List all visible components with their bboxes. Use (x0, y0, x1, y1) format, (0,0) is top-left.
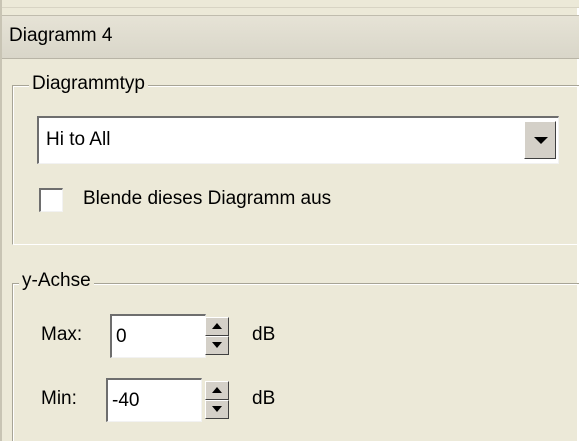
y-axis-group-label: y-Achse (19, 270, 94, 292)
min-spinner[interactable] (205, 381, 229, 419)
panel-header: Diagramm 4 (2, 15, 579, 59)
dropdown-arrow-button[interactable] (524, 121, 556, 159)
panel-title: Diagramm 4 (9, 25, 113, 46)
max-decrement-button[interactable] (205, 336, 229, 355)
diagram-type-select-value: Hi to All (46, 129, 111, 150)
min-label: Min: (41, 388, 77, 409)
max-value-input[interactable]: 0 (110, 314, 206, 358)
hide-diagram-checkbox[interactable] (39, 188, 63, 212)
min-unit: dB (252, 388, 276, 409)
max-spinner[interactable] (205, 317, 229, 355)
min-decrement-button[interactable] (205, 400, 229, 419)
min-value-text: -40 (112, 390, 140, 411)
min-increment-button[interactable] (205, 381, 229, 400)
max-value-text: 0 (116, 326, 127, 347)
diagram-settings-panel: Diagramm 4 Diagrammtyp Hi to All Blende … (0, 0, 579, 441)
max-increment-button[interactable] (205, 317, 229, 336)
y-axis-group (12, 283, 579, 441)
diagram-type-group (12, 85, 579, 245)
diagram-type-group-label: Diagrammtyp (29, 73, 148, 95)
max-label: Max: (41, 324, 83, 345)
min-value-input[interactable]: -40 (106, 378, 202, 422)
diagram-type-select[interactable]: Hi to All (37, 116, 559, 164)
top-separator (2, 0, 579, 8)
max-unit: dB (252, 324, 276, 345)
hide-diagram-checkbox-label[interactable]: Blende dieses Diagramm aus (83, 188, 331, 210)
